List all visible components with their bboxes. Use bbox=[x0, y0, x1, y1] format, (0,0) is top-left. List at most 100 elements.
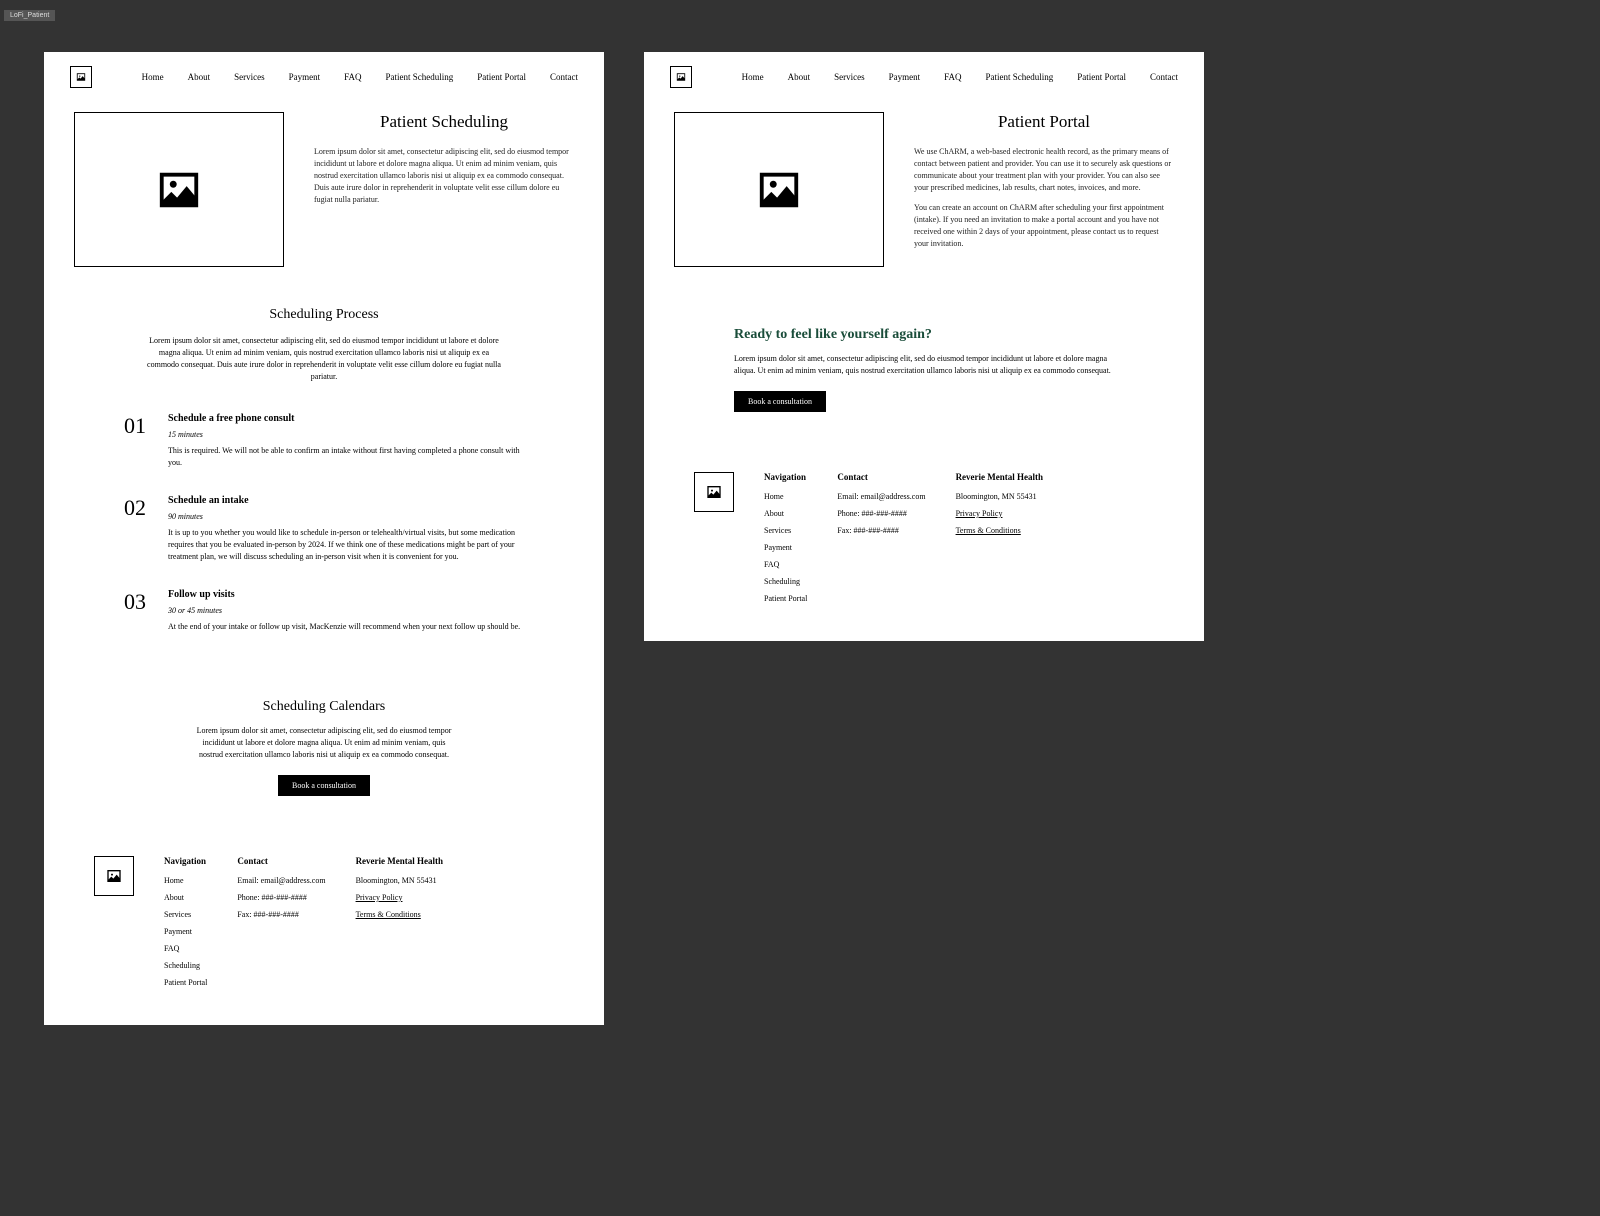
footer-link[interactable]: Scheduling bbox=[164, 961, 207, 970]
image-icon bbox=[676, 72, 686, 82]
step-desc: This is required. We will not be able to… bbox=[168, 445, 524, 469]
nav-link[interactable]: About bbox=[188, 72, 211, 82]
hero-section: Patient Portal We use ChARM, a web-based… bbox=[644, 102, 1204, 297]
footer-link[interactable]: Patient Portal bbox=[164, 978, 207, 987]
hero-image bbox=[74, 112, 284, 267]
hero-title: Patient Portal bbox=[914, 112, 1174, 132]
calendars-title: Scheduling Calendars bbox=[194, 699, 454, 715]
nav-link[interactable]: About bbox=[788, 72, 811, 82]
footer-link[interactable]: Services bbox=[764, 526, 807, 535]
feel-section: Ready to feel like yourself again? Lorem… bbox=[644, 297, 1204, 452]
nav-link[interactable]: Patient Portal bbox=[477, 72, 526, 82]
nav-link[interactable]: Patient Scheduling bbox=[986, 72, 1054, 82]
footer-link[interactable]: Services bbox=[164, 910, 207, 919]
logo-placeholder bbox=[70, 66, 92, 88]
nav-link[interactable]: FAQ bbox=[944, 72, 961, 82]
footer-company: Reverie Mental Health Bloomington, MN 55… bbox=[956, 472, 1043, 611]
nav-link[interactable]: Services bbox=[834, 72, 865, 82]
footer-company: Reverie Mental Health Bloomington, MN 55… bbox=[356, 856, 443, 995]
process-body: Lorem ipsum dolor sit amet, consectetur … bbox=[144, 335, 504, 383]
terms-link[interactable]: Terms & Conditions bbox=[356, 910, 443, 919]
image-icon bbox=[156, 167, 202, 213]
footer-1: Navigation Home About Services Payment FAQ S… bbox=[44, 836, 604, 1025]
nav-link[interactable]: Patient Scheduling bbox=[386, 72, 454, 82]
page-patient-portal: Home About Services Payment FAQ Patient Sched… bbox=[644, 52, 1204, 641]
page-patient-scheduling: Home About Services Payment FAQ Patient Sched… bbox=[44, 52, 604, 1025]
privacy-link[interactable]: Privacy Policy bbox=[956, 509, 1043, 518]
logo-placeholder bbox=[670, 66, 692, 88]
book-consultation-button[interactable]: Book a consultation bbox=[278, 775, 370, 796]
footer-link[interactable]: Patient Portal bbox=[764, 594, 807, 603]
step-item: 02 Schedule an intake 90 minutes It is u… bbox=[124, 495, 524, 563]
footer-link[interactable]: Home bbox=[164, 876, 207, 885]
contact-email: Email: email@address.com bbox=[837, 492, 925, 501]
nav-link[interactable]: Services bbox=[234, 72, 265, 82]
step-desc: It is up to you whether you would like t… bbox=[168, 527, 524, 563]
company-address: Bloomington, MN 55431 bbox=[356, 876, 443, 885]
footer-link[interactable]: Scheduling bbox=[764, 577, 807, 586]
nav-links-1: Home About Services Payment FAQ Patient Sched… bbox=[114, 72, 578, 82]
contact-email: Email: email@address.com bbox=[237, 876, 325, 885]
feel-title: Ready to feel like yourself again? bbox=[734, 327, 1114, 343]
step-duration: 30 or 45 minutes bbox=[168, 606, 520, 615]
image-icon bbox=[756, 167, 802, 213]
contact-fax: Fax: ###-###-#### bbox=[837, 526, 925, 535]
company-address: Bloomington, MN 55431 bbox=[956, 492, 1043, 501]
step-number: 03 bbox=[124, 589, 154, 633]
step-desc: At the end of your intake or follow up v… bbox=[168, 621, 520, 633]
footer-company-title: Reverie Mental Health bbox=[956, 472, 1043, 482]
footer-link[interactable]: FAQ bbox=[764, 560, 807, 569]
hero-p2: You can create an account on ChARM after… bbox=[914, 202, 1174, 250]
nav-link[interactable]: Payment bbox=[889, 72, 921, 82]
calendars-body: Lorem ipsum dolor sit amet, consectetur … bbox=[194, 725, 454, 761]
footer-link[interactable]: Home bbox=[764, 492, 807, 501]
nav-link[interactable]: Patient Portal bbox=[1077, 72, 1126, 82]
footer-link[interactable]: About bbox=[164, 893, 207, 902]
hero-image bbox=[674, 112, 884, 267]
footer-link[interactable]: About bbox=[764, 509, 807, 518]
nav-link[interactable]: Contact bbox=[1150, 72, 1178, 82]
footer-nav-title: Navigation bbox=[764, 472, 807, 482]
nav-link[interactable]: Payment bbox=[289, 72, 321, 82]
nav-link[interactable]: Contact bbox=[550, 72, 578, 82]
footer-company-title: Reverie Mental Health bbox=[356, 856, 443, 866]
footer-link[interactable]: Payment bbox=[764, 543, 807, 552]
contact-phone: Phone: ###-###-#### bbox=[837, 509, 925, 518]
hero-section: Patient Scheduling Lorem ipsum dolor sit… bbox=[44, 102, 604, 297]
book-consultation-button[interactable]: Book a consultation bbox=[734, 391, 826, 412]
footer-logo bbox=[94, 856, 134, 995]
footer-link[interactable]: Payment bbox=[164, 927, 207, 936]
nav-link[interactable]: Home bbox=[742, 72, 764, 82]
step-title: Schedule an intake bbox=[168, 495, 524, 506]
step-number: 02 bbox=[124, 495, 154, 563]
footer-contact-title: Contact bbox=[237, 856, 325, 866]
step-item: 01 Schedule a free phone consult 15 minu… bbox=[124, 413, 524, 469]
footer-nav-title: Navigation bbox=[164, 856, 207, 866]
steps-list: 01 Schedule a free phone consult 15 minu… bbox=[44, 403, 604, 689]
privacy-link[interactable]: Privacy Policy bbox=[356, 893, 443, 902]
calendars-section: Scheduling Calendars Lorem ipsum dolor s… bbox=[44, 689, 604, 836]
image-icon bbox=[106, 868, 122, 884]
footer-logo bbox=[694, 472, 734, 611]
step-title: Follow up visits bbox=[168, 589, 520, 600]
step-duration: 90 minutes bbox=[168, 512, 524, 521]
nav-links-2: Home About Services Payment FAQ Patient Sched… bbox=[714, 72, 1178, 82]
footer-contact-title: Contact bbox=[837, 472, 925, 482]
contact-phone: Phone: ###-###-#### bbox=[237, 893, 325, 902]
step-item: 03 Follow up visits 30 or 45 minutes At … bbox=[124, 589, 524, 633]
terms-link[interactable]: Terms & Conditions bbox=[956, 526, 1043, 535]
top-nav: Home About Services Payment FAQ Patient Sched… bbox=[44, 52, 604, 102]
nav-link[interactable]: Home bbox=[142, 72, 164, 82]
footer-contact: Contact Email: email@address.com Phone: … bbox=[237, 856, 325, 995]
footer-link[interactable]: FAQ bbox=[164, 944, 207, 953]
hero-title: Patient Scheduling bbox=[314, 112, 574, 132]
footer-contact: Contact Email: email@address.com Phone: … bbox=[837, 472, 925, 611]
image-icon bbox=[76, 72, 86, 82]
step-number: 01 bbox=[124, 413, 154, 469]
process-title: Scheduling Process bbox=[144, 307, 504, 323]
design-tab: LoFi_Patient bbox=[4, 10, 55, 21]
footer-2: Navigation Home About Services Payment FAQ S… bbox=[644, 452, 1204, 641]
image-icon bbox=[706, 484, 722, 500]
step-title: Schedule a free phone consult bbox=[168, 413, 524, 424]
nav-link[interactable]: FAQ bbox=[344, 72, 361, 82]
